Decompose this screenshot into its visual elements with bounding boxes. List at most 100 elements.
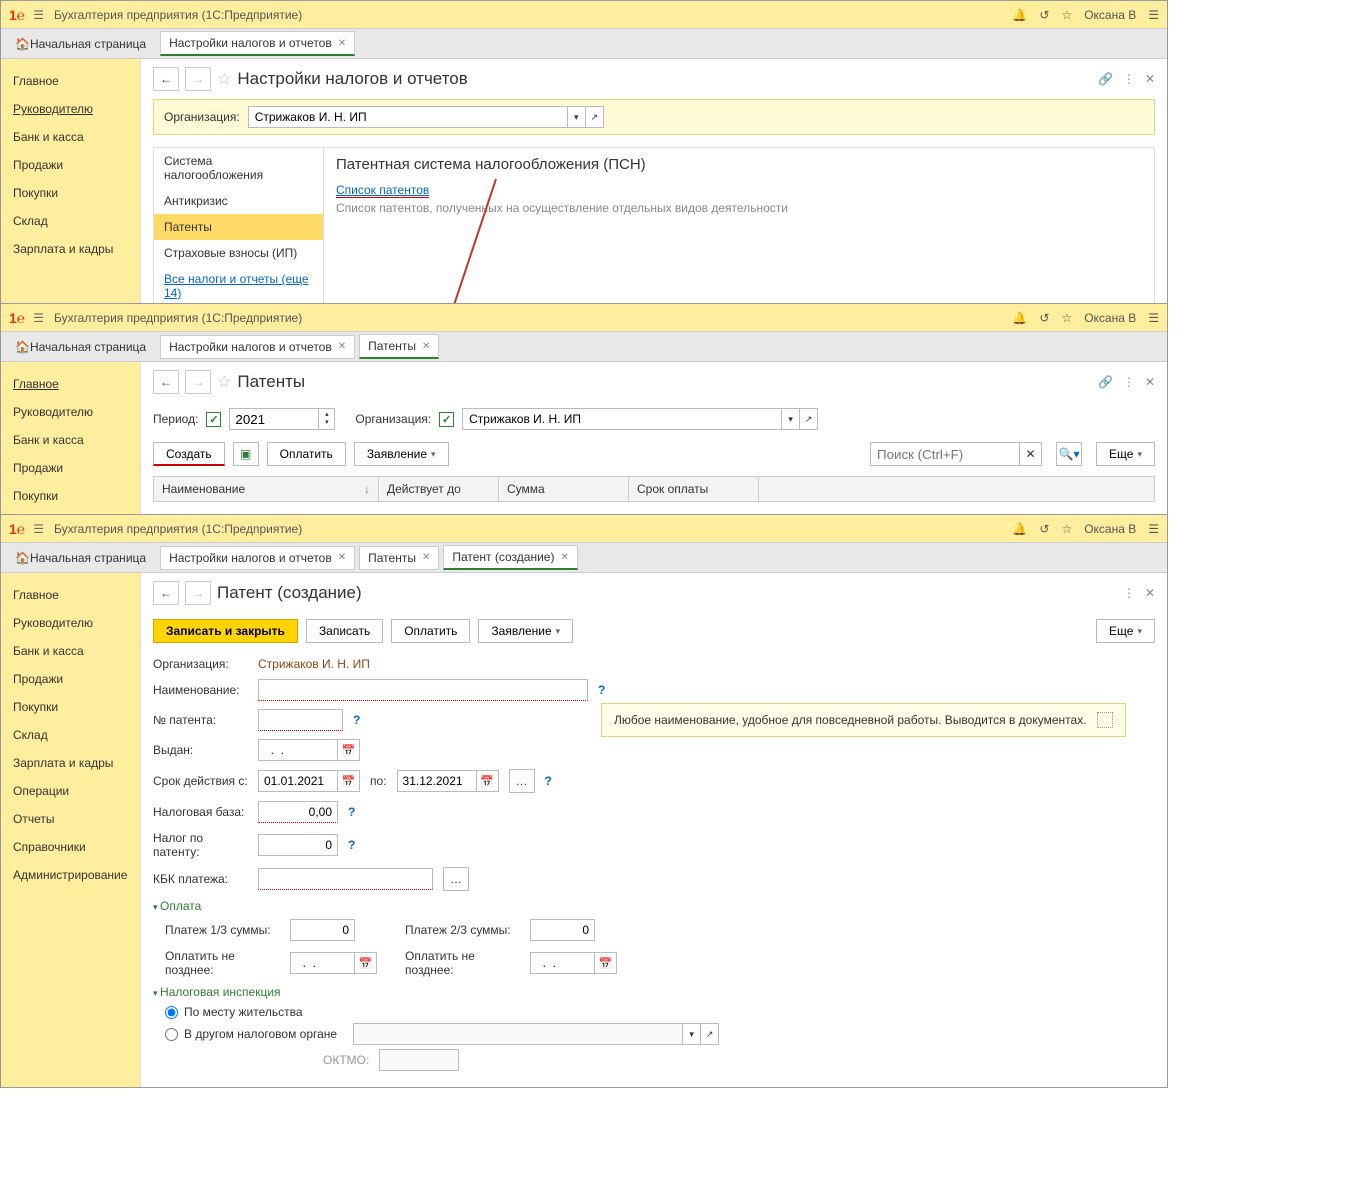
dropdown-icon[interactable]: ▾ [568,106,586,128]
sidebar-item[interactable]: Справочники [1,833,140,861]
forward-button[interactable]: → [185,581,211,605]
tab-settings[interactable]: Настройки налогов и отчетов✕ [160,335,355,359]
more-icon[interactable]: ⋮ [1123,72,1135,86]
dropdown-icon[interactable]: ▾ [683,1023,701,1045]
due2-input[interactable] [530,952,595,974]
close-icon[interactable]: ✕ [338,552,346,563]
nav-item-link[interactable]: Все налоги и отчеты (еще 14) [154,266,323,306]
star-icon[interactable]: ☆ [1061,8,1072,22]
p13-input[interactable] [290,919,355,941]
calendar-icon[interactable]: 📅 [338,739,360,761]
radio-other-input[interactable] [165,1028,178,1041]
due1-date[interactable]: 📅 [290,952,377,974]
favorite-icon[interactable]: ☆ [217,69,231,89]
close-icon[interactable]: ✕ [560,552,568,563]
due1-input[interactable] [290,952,355,974]
bell-icon[interactable]: 🔔 [1012,522,1027,536]
tab-home[interactable]: 🏠 Начальная страница [5,33,156,55]
calendar-icon[interactable]: 📅 [477,770,499,792]
close-icon[interactable]: ✕ [1145,375,1155,389]
nav-item[interactable]: Страховые взносы (ИП) [154,240,323,266]
burger-icon[interactable]: ☰ [33,8,44,22]
save-close-button[interactable]: Записать и закрыть [153,619,298,643]
sidebar-item[interactable]: Продажи [1,665,140,693]
user-name[interactable]: Оксана В [1084,8,1136,22]
p23-input[interactable] [530,919,595,941]
payment-section-head[interactable]: Оплата [153,899,1155,913]
sidebar-item[interactable]: Склад [1,207,140,235]
burger-icon[interactable]: ☰ [33,311,44,325]
help-icon[interactable]: ? [353,713,360,727]
pay-button[interactable]: Оплатить [267,442,346,466]
org-input[interactable] [248,106,568,128]
sidebar-item[interactable]: Продажи [1,454,140,482]
open-icon[interactable]: ↗ [800,408,818,430]
sidebar-item[interactable]: Главное [1,581,140,609]
menu-icon[interactable]: ☰ [1148,522,1159,536]
sidebar-item[interactable]: Склад [1,721,140,749]
tooltip-close-icon[interactable] [1097,712,1113,728]
org-combo[interactable]: ▾ ↗ [248,106,604,128]
sidebar-item[interactable]: Продажи [1,151,140,179]
favorite-icon[interactable]: ☆ [217,372,231,392]
tax-office-section-head[interactable]: Налоговая инспекция [153,985,1155,999]
open-icon[interactable]: ↗ [586,106,604,128]
close-icon[interactable]: ✕ [422,552,430,563]
bell-icon[interactable]: 🔔 [1012,311,1027,325]
radio-residence[interactable]: По месту жительства [165,1005,1155,1019]
history-icon[interactable]: ↺ [1039,522,1049,536]
valid-to-input[interactable] [397,770,477,792]
org-value[interactable]: Стрижаков И. Н. ИП [258,657,370,671]
sidebar-item[interactable]: Банк и касса [1,123,140,151]
base-input[interactable] [258,801,338,823]
more-button[interactable]: Еще [1096,442,1155,466]
sidebar-item[interactable]: Администрирование [1,861,140,889]
col-due[interactable]: Срок оплаты [629,477,759,501]
forward-button[interactable]: → [185,67,211,91]
close-icon[interactable]: ✕ [1145,586,1155,600]
col-sum[interactable]: Сумма [499,477,629,501]
help-icon[interactable]: ? [545,774,552,788]
history-icon[interactable]: ↺ [1039,311,1049,325]
ellipsis-button[interactable]: … [509,769,535,793]
calendar-icon[interactable]: 📅 [355,952,377,974]
user-name[interactable]: Оксана В [1084,522,1136,536]
nav-item[interactable]: Система налогообложения [154,148,323,188]
more-icon[interactable]: ⋮ [1123,375,1135,389]
org-input[interactable] [462,408,782,430]
sidebar-item[interactable]: Руководителю [1,609,140,637]
history-icon[interactable]: ↺ [1039,8,1049,22]
org-combo[interactable]: ▾ ↗ [462,408,818,430]
close-icon[interactable]: ✕ [338,38,346,49]
burger-icon[interactable]: ☰ [33,522,44,536]
statement-button[interactable]: Заявление [354,442,449,466]
more-button[interactable]: Еще [1096,619,1155,643]
dropdown-icon[interactable]: ▾ [782,408,800,430]
calendar-icon[interactable]: 📅 [338,770,360,792]
tax-office-combo[interactable]: ▾ ↗ [353,1023,719,1045]
menu-icon[interactable]: ☰ [1148,8,1159,22]
valid-from-date[interactable]: 📅 [258,770,360,792]
close-icon[interactable]: ✕ [1145,72,1155,86]
issued-input[interactable] [258,739,338,761]
calendar-icon[interactable]: 📅 [595,952,617,974]
sidebar-item[interactable]: Руководителю [1,398,140,426]
statement-button[interactable]: Заявление [478,619,573,643]
valid-from-input[interactable] [258,770,338,792]
sidebar-item[interactable]: Банк и касса [1,637,140,665]
open-icon[interactable]: ↗ [701,1023,719,1045]
patents-list-link[interactable]: Список патентов [336,183,429,198]
star-icon[interactable]: ☆ [1061,311,1072,325]
sidebar-item[interactable]: Банк и касса [1,426,140,454]
sidebar-item[interactable]: Покупки [1,179,140,207]
search-button[interactable]: 🔍▾ [1056,442,1082,466]
name-input[interactable] [258,679,588,701]
ellipsis-button[interactable]: … [443,867,469,891]
bell-icon[interactable]: 🔔 [1012,8,1027,22]
tab-settings[interactable]: Настройки налогов и отчетов✕ [160,31,355,56]
forward-button[interactable]: → [185,370,211,394]
valid-to-date[interactable]: 📅 [397,770,499,792]
create-button[interactable]: Создать [153,442,225,466]
back-button[interactable]: ← [153,370,179,394]
kbk-input[interactable] [258,868,433,890]
